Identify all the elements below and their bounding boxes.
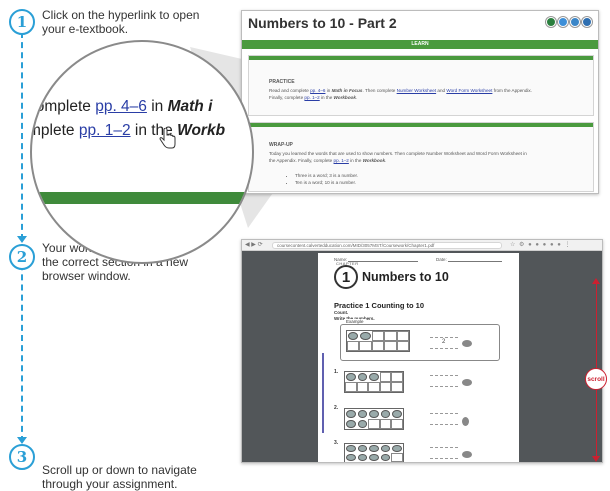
item-icon xyxy=(462,340,472,347)
magnified-link-pp-1-2[interactable]: pp. 1–2 xyxy=(79,122,131,139)
item-icon xyxy=(462,417,469,426)
answer-line xyxy=(430,375,458,387)
question-3-number: 3. xyxy=(334,440,339,446)
question-2-number: 2. xyxy=(334,405,339,411)
scroll-up-arrow-icon xyxy=(592,278,600,284)
practice-text: Read and complete pp. 4–6 in Math in Foc… xyxy=(269,88,532,100)
ten-frame-1 xyxy=(344,371,404,393)
page-title: Numbers to 10 - Part 2 xyxy=(248,15,397,31)
magnified-line-2: mplete pp. 1–2 in the Workb xyxy=(30,122,226,139)
practice-title: Practice 1 Counting to 10 xyxy=(334,301,425,310)
chapter-title: Numbers to 10 xyxy=(362,270,449,284)
practice-heading: PRACTICE xyxy=(269,79,295,85)
wrapup-section: WRAP-UP Today you learned the words that… xyxy=(248,122,594,192)
address-bar[interactable]: coursecontent.calvertedducation.com/MID/… xyxy=(272,242,502,249)
browser-nav-icons[interactable]: ◀ ▶ ⟳ xyxy=(245,241,263,248)
workbook-page: Name: Date: CHAPTER 1 Numbers to 10 Prac… xyxy=(318,253,519,462)
date-label: Date: xyxy=(436,257,447,262)
link-word-form-worksheet[interactable]: Word Form Worksheet xyxy=(446,88,492,93)
magnifier-circle: complete pp. 4–6 in Math i mplete pp. 1–… xyxy=(30,40,254,264)
magnified-green-bar xyxy=(32,192,252,204)
wrapup-text: Today you learned the words that are use… xyxy=(269,151,527,163)
hand-cursor-icon xyxy=(159,128,176,149)
item-icon xyxy=(462,379,472,386)
practice-section: PRACTICE Read and complete pp. 4–6 in Ma… xyxy=(248,55,594,116)
flag-icon[interactable] xyxy=(546,17,556,27)
page-margin-bar xyxy=(322,353,324,433)
section-bar-learn: LEARN xyxy=(242,40,598,49)
answer-line xyxy=(430,413,458,425)
link-pp-1-2-wrapup[interactable]: pp. 1–2 xyxy=(334,158,349,163)
item-icon xyxy=(462,451,472,458)
question-1-number: 1. xyxy=(334,369,339,375)
example-answer: 2 xyxy=(442,339,446,345)
magnified-line-1: complete pp. 4–6 in Math i xyxy=(30,98,213,115)
browser-toolbar: ◀ ▶ ⟳ coursecontent.calvertedducation.co… xyxy=(242,240,602,251)
ten-frame-3 xyxy=(344,443,404,462)
link-pp-4-6[interactable]: pp. 4–6 xyxy=(310,88,325,93)
wrapup-heading: WRAP-UP xyxy=(269,142,293,148)
page-icon-group xyxy=(546,17,592,27)
pdf-viewer-screenshot: ◀ ▶ ⟳ coursecontent.calvertedducation.co… xyxy=(241,239,603,463)
list-item: Ten is a word; 10 is a number. xyxy=(295,179,358,186)
link-pp-1-2[interactable]: pp. 1–2 xyxy=(304,95,319,100)
chat-icon[interactable] xyxy=(582,17,592,27)
scroll-down-arrow-icon xyxy=(592,456,600,462)
browser-extension-icons[interactable]: ☆ ⚙ ● ● ● ● ● ⋮ xyxy=(510,241,572,248)
link-number-worksheet[interactable]: Number Worksheet xyxy=(397,88,437,93)
magnified-link-pp-4-6[interactable]: pp. 4–6 xyxy=(95,98,147,115)
info-icon[interactable] xyxy=(570,17,580,27)
answer-line xyxy=(430,447,458,459)
course-page-screenshot: Numbers to 10 - Part 2 LEARN PRACTICE Re… xyxy=(241,10,599,194)
scroll-badge: scroll xyxy=(585,368,607,390)
wrapup-bullets: Three is a word; 3 is a number. Ten is a… xyxy=(295,172,358,186)
globe-icon[interactable] xyxy=(558,17,568,27)
instruction-count: Count. xyxy=(334,310,349,315)
ten-frame-example xyxy=(346,330,410,352)
example-label: Example xyxy=(344,319,366,324)
ten-frame-2 xyxy=(344,408,404,430)
list-item: Three is a word; 3 is a number. xyxy=(295,172,358,179)
chapter-number: 1 xyxy=(334,265,358,289)
